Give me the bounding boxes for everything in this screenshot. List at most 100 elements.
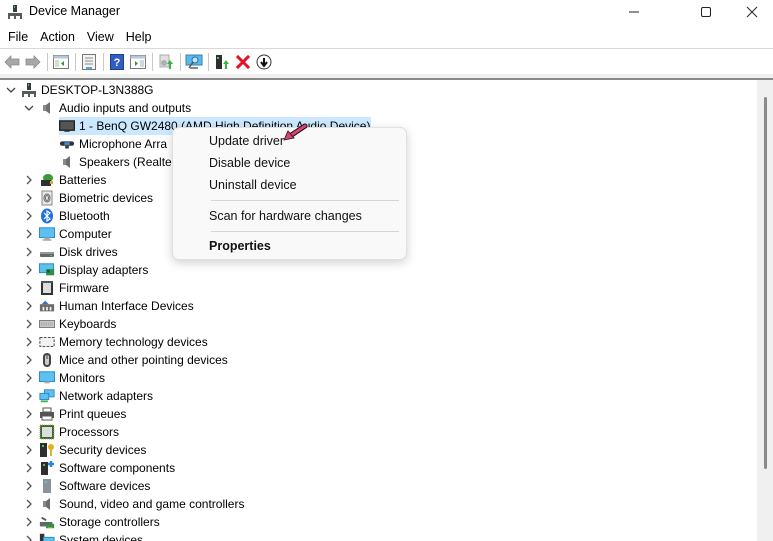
microphone-icon bbox=[59, 136, 75, 152]
scan-hardware-button[interactable] bbox=[185, 52, 203, 72]
chevron-right-icon[interactable] bbox=[22, 459, 36, 477]
tree-category-label: Print queues bbox=[59, 407, 127, 421]
forward-button[interactable] bbox=[24, 52, 42, 72]
context-menu-uninstall-device[interactable]: Uninstall device bbox=[209, 178, 297, 192]
minimize-button[interactable] bbox=[611, 0, 657, 24]
close-button[interactable] bbox=[729, 0, 773, 24]
chevron-right-icon[interactable] bbox=[22, 315, 36, 333]
properties-button[interactable] bbox=[80, 52, 98, 72]
tree-category-print-queues[interactable]: Print queues bbox=[22, 405, 126, 423]
tree-category-system-devices[interactable]: System devices bbox=[22, 531, 143, 541]
help-button[interactable]: ? bbox=[108, 52, 126, 72]
toolbar-separator bbox=[208, 53, 209, 71]
enable-device-button[interactable] bbox=[213, 52, 231, 72]
context-menu: Update driver Disable device Uninstall d… bbox=[172, 127, 407, 260]
tree-device-microphone[interactable]: Microphone Arra bbox=[58, 135, 167, 153]
toolbar-separator bbox=[152, 53, 153, 71]
context-menu-separator bbox=[211, 231, 399, 232]
context-menu-update-driver[interactable]: Update driver bbox=[209, 134, 284, 148]
maximize-icon bbox=[701, 7, 711, 17]
printer-icon bbox=[39, 406, 55, 422]
menu-help[interactable]: Help bbox=[120, 26, 158, 48]
chevron-right-icon[interactable] bbox=[22, 171, 36, 189]
tree-category-processors[interactable]: Processors bbox=[22, 423, 119, 441]
scrollbar-thumb[interactable] bbox=[764, 97, 767, 469]
context-menu-scan-hardware[interactable]: Scan for hardware changes bbox=[209, 209, 362, 223]
chevron-right-icon[interactable] bbox=[22, 405, 36, 423]
tree-category-mice-and-other-pointing-devices[interactable]: Mice and other pointing devices bbox=[22, 351, 228, 369]
chevron-right-icon[interactable] bbox=[22, 243, 36, 261]
tree-category-security-devices[interactable]: Security devices bbox=[22, 441, 146, 459]
tree-category-monitors[interactable]: Monitors bbox=[22, 369, 105, 387]
menu-file[interactable]: File bbox=[2, 26, 34, 48]
toolbar-separator bbox=[47, 53, 48, 71]
chevron-right-icon[interactable] bbox=[22, 351, 36, 369]
tree-category-display-adapters[interactable]: Display adapters bbox=[22, 261, 148, 279]
back-button[interactable] bbox=[3, 52, 21, 72]
tree-category-computer[interactable]: Computer bbox=[22, 225, 112, 243]
chevron-right-icon[interactable] bbox=[22, 297, 36, 315]
menu-view[interactable]: View bbox=[81, 26, 120, 48]
tree-category-keyboards[interactable]: Keyboards bbox=[22, 315, 116, 333]
chevron-right-icon[interactable] bbox=[22, 513, 36, 531]
tree-category-software-devices[interactable]: Software devices bbox=[22, 477, 150, 495]
tree-root-computer[interactable]: DESKTOP-L3N388G bbox=[4, 81, 154, 99]
tree-category-firmware[interactable]: Firmware bbox=[22, 279, 109, 297]
uninstall-device-button[interactable] bbox=[234, 52, 252, 72]
software-component-icon bbox=[39, 460, 55, 476]
title-bar: Device Manager bbox=[0, 0, 773, 24]
tree-category-memory-technology-devices[interactable]: Memory technology devices bbox=[22, 333, 208, 351]
action-pane-button[interactable] bbox=[129, 52, 147, 72]
chevron-right-icon[interactable] bbox=[22, 207, 36, 225]
scan-monitor-icon bbox=[185, 54, 203, 69]
network-icon bbox=[39, 388, 55, 404]
disable-device-button[interactable] bbox=[255, 52, 273, 72]
chevron-right-icon[interactable] bbox=[22, 261, 36, 279]
chevron-down-icon[interactable] bbox=[4, 81, 18, 99]
chevron-right-icon[interactable] bbox=[22, 387, 36, 405]
maximize-button[interactable] bbox=[683, 0, 729, 24]
context-menu-disable-device[interactable]: Disable device bbox=[209, 156, 290, 170]
display-adapter-icon bbox=[39, 262, 55, 278]
menu-action[interactable]: Action bbox=[34, 26, 81, 48]
tree-category-label: System devices bbox=[59, 533, 144, 541]
action-pane-icon bbox=[130, 55, 146, 69]
chevron-right-icon[interactable] bbox=[22, 369, 36, 387]
console-tree-button[interactable] bbox=[52, 52, 70, 72]
update-driver-button[interactable] bbox=[157, 52, 175, 72]
tree-category-storage-controllers[interactable]: Storage controllers bbox=[22, 513, 160, 531]
fingerprint-icon bbox=[39, 190, 55, 206]
tree-category-human-interface-devices[interactable]: Human Interface Devices bbox=[22, 297, 194, 315]
tree-device-label: Microphone Arra bbox=[79, 137, 168, 151]
tree-category-batteries[interactable]: Batteries bbox=[22, 171, 106, 189]
chevron-right-icon[interactable] bbox=[22, 531, 36, 541]
bluetooth-icon bbox=[39, 208, 55, 224]
tree-category-bluetooth[interactable]: Bluetooth bbox=[22, 207, 110, 225]
tree-category-biometric-devices[interactable]: Biometric devices bbox=[22, 189, 153, 207]
tree-category-label: Software components bbox=[59, 461, 176, 475]
speaker-icon bbox=[39, 100, 55, 116]
chevron-right-icon[interactable] bbox=[22, 495, 36, 513]
tree-category-audio[interactable]: Audio inputs and outputs bbox=[22, 99, 191, 117]
chevron-right-icon[interactable] bbox=[22, 477, 36, 495]
tree-category-software-components[interactable]: Software components bbox=[22, 459, 175, 477]
chevron-right-icon[interactable] bbox=[22, 279, 36, 297]
chevron-right-icon[interactable] bbox=[22, 441, 36, 459]
chevron-right-icon[interactable] bbox=[22, 423, 36, 441]
tree-category-sound-video-and-game-controllers[interactable]: Sound, video and game controllers bbox=[22, 495, 244, 513]
menu-divider bbox=[0, 48, 773, 49]
disable-down-arrow-icon bbox=[256, 54, 272, 70]
chevron-down-icon[interactable] bbox=[22, 99, 36, 117]
battery-icon bbox=[39, 172, 55, 188]
tree-device-label: Speakers (Realtek bbox=[79, 155, 178, 169]
chevron-right-icon[interactable] bbox=[22, 225, 36, 243]
tree-category-label: Storage controllers bbox=[59, 515, 160, 529]
context-menu-properties[interactable]: Properties bbox=[209, 239, 271, 253]
tree-category-disk-drives[interactable]: Disk drives bbox=[22, 243, 118, 261]
chevron-right-icon[interactable] bbox=[22, 333, 36, 351]
chevron-right-icon[interactable] bbox=[22, 189, 36, 207]
tree-device-speakers[interactable]: Speakers (Realtek bbox=[58, 153, 178, 171]
context-menu-separator bbox=[211, 200, 399, 201]
properties-icon bbox=[82, 54, 96, 70]
tree-category-network-adapters[interactable]: Network adapters bbox=[22, 387, 153, 405]
